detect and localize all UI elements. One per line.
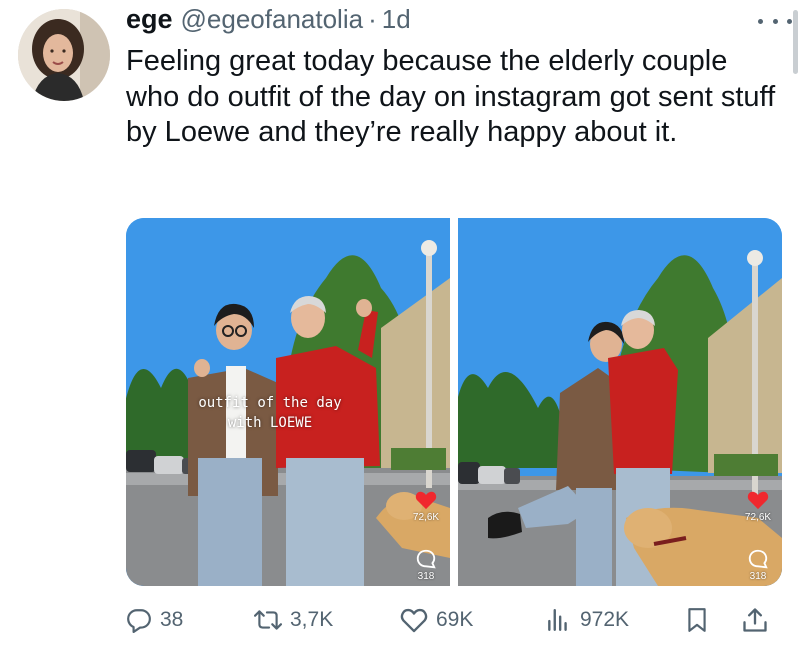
like-count: 69K <box>436 608 474 631</box>
heart-filled-icon <box>415 491 437 510</box>
media-photo-1[interactable]: outfit of the day with LOEWE 72,6K 318 <box>126 218 450 586</box>
media-grid: outfit of the day with LOEWE 72,6K 318 7… <box>126 218 782 586</box>
scrollbar[interactable] <box>793 10 798 74</box>
separator-dot: · <box>368 4 377 34</box>
bar-chart-icon <box>548 609 567 631</box>
like-count: 72,6K <box>744 512 772 523</box>
reply-count: 38 <box>160 608 184 631</box>
heart-filled-icon <box>747 491 769 510</box>
post-text: Feeling great today because the elderly … <box>126 45 776 148</box>
action-bar: 38 3,7K 69K 972K <box>126 603 776 637</box>
repost-button[interactable]: 3,7K <box>254 603 333 637</box>
caption-line-2: with LOEWE <box>227 415 313 431</box>
author-handle[interactable]: @egeofanatolia <box>181 4 364 35</box>
repost-count: 3,7K <box>290 608 334 631</box>
bookmark-icon <box>688 608 706 632</box>
heart-outline-icon <box>400 608 428 633</box>
post-header: ege @egeofanatolia · 1d <box>126 4 760 40</box>
caption-line-1: outfit of the day <box>198 395 342 411</box>
overlay-caption: outfit of the day with LOEWE <box>160 393 380 433</box>
repost-icon <box>254 610 282 630</box>
comment-stat[interactable]: 318 <box>404 548 448 583</box>
media-photo-2[interactable]: 72,6K 318 <box>458 218 782 586</box>
comment-stat[interactable]: 318 <box>736 548 780 583</box>
like-button[interactable]: 69K <box>400 603 473 637</box>
post-time[interactable]: 1d <box>382 4 411 35</box>
avatar-photo <box>18 9 110 101</box>
comment-count: 318 <box>749 571 767 582</box>
reply-bubble-icon <box>127 609 151 633</box>
like-stat[interactable]: 72,6K <box>404 490 448 524</box>
bookmark-button[interactable] <box>684 603 718 637</box>
comment-bubble-icon <box>416 549 436 569</box>
more-horizontal-icon[interactable] <box>758 14 792 28</box>
share-button[interactable] <box>741 603 777 637</box>
like-count: 72,6K <box>412 512 440 523</box>
like-stat[interactable]: 72,6K <box>736 490 780 524</box>
avatar[interactable] <box>18 9 110 101</box>
reply-button[interactable]: 38 <box>126 603 183 637</box>
comment-count: 318 <box>417 571 435 582</box>
share-upload-icon <box>743 608 767 632</box>
photo-scene-2 <box>458 218 782 586</box>
views-button[interactable]: 972K <box>544 603 629 637</box>
view-count: 972K <box>580 608 630 631</box>
author-name[interactable]: ege <box>126 4 173 35</box>
comment-bubble-icon <box>748 549 768 569</box>
